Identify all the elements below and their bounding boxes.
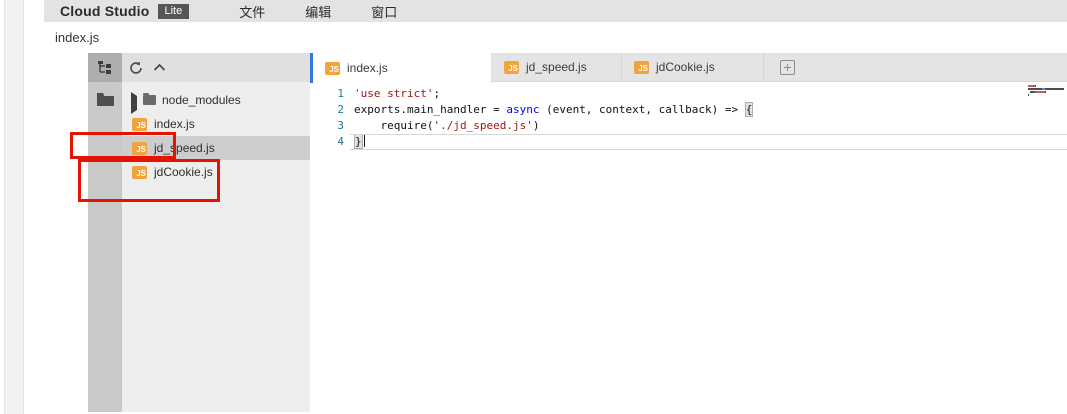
code-text: } (344, 134, 365, 150)
tab-label: jd_speed.js (526, 60, 587, 74)
main-content: node_modules JS index.js JS jd_speed.js JS jdC… (88, 53, 1067, 412)
file-explorer-panel: node_modules JS index.js JS jd_speed.js JS jdC… (122, 53, 310, 412)
menu-item-2[interactable]: 窗口 (371, 2, 397, 21)
left-page-strip (4, 0, 24, 414)
lite-badge: Lite (158, 4, 190, 19)
minimap-line (1028, 85, 1067, 87)
code-lines: 1'use strict';2exports.main_handler = as… (310, 82, 1067, 150)
tree-item-index-js[interactable]: JS index.js (122, 112, 310, 136)
refresh-icon[interactable] (129, 61, 143, 75)
minimap-line (1028, 94, 1067, 96)
menu-bar: Cloud Studio Lite 文件 编辑 窗口 (44, 0, 1067, 22)
code-text: require('./jd_speed.js') (344, 118, 539, 134)
breadcrumb-bar: index.js (44, 22, 1067, 53)
code-text: exports.main_handler = async (event, con… (344, 102, 753, 118)
tree-item-label: jd_speed.js (154, 141, 215, 155)
minimap-line (1028, 88, 1067, 90)
menu-item-1[interactable]: 编辑 (305, 2, 331, 21)
tree-item-label: index.js (154, 117, 195, 131)
folder-icon[interactable] (88, 82, 122, 116)
tree-item-node_modules[interactable]: node_modules (122, 88, 310, 112)
line-number: 1 (310, 86, 344, 102)
tab-bar: JS index.js JS jd_speed.js JS jdCookie.js (310, 53, 1067, 82)
tab-jd_speed-js[interactable]: JS jd_speed.js (492, 53, 622, 81)
js-file-icon: JS (504, 61, 519, 74)
cloud-studio-window: Cloud Studio Lite 文件 编辑 窗口 index.js (44, 0, 1067, 414)
minimap-line (1028, 91, 1067, 93)
code-line-4: 4} (310, 134, 1067, 150)
tab-index-js[interactable]: JS index.js (310, 53, 492, 83)
minimap[interactable] (1028, 84, 1067, 97)
js-file-icon: JS (325, 62, 340, 75)
tree-item-jd_speed-js[interactable]: JS jd_speed.js (122, 136, 310, 160)
breadcrumb: index.js (55, 30, 99, 45)
collapse-up-icon[interactable] (153, 63, 166, 72)
menu-item-0[interactable]: 文件 (239, 2, 265, 21)
js-file-icon: JS (634, 61, 649, 74)
code-line-1: 1'use strict'; (310, 86, 1067, 102)
code-editor[interactable]: 1'use strict';2exports.main_handler = as… (310, 82, 1067, 412)
app-logo: Cloud Studio (60, 3, 150, 19)
plus-icon (780, 60, 795, 75)
code-line-2: 2exports.main_handler = async (event, co… (310, 102, 1067, 118)
js-file-icon: JS (132, 142, 147, 155)
file-tree: node_modules JS index.js JS jd_speed.js JS jdC… (122, 82, 310, 184)
line-number: 3 (310, 118, 344, 134)
new-tab-button[interactable] (764, 53, 810, 81)
tab-label: jdCookie.js (656, 60, 715, 74)
text-cursor (364, 134, 365, 147)
tab-label: index.js (347, 61, 388, 75)
expand-arrow-icon[interactable] (131, 96, 139, 104)
explorer-tree-icon[interactable] (88, 53, 122, 82)
js-file-icon: JS (132, 118, 147, 131)
tab-jdCookie-js[interactable]: JS jdCookie.js (622, 53, 764, 81)
explorer-header (122, 53, 310, 82)
line-number: 4 (310, 134, 344, 150)
js-file-icon: JS (132, 166, 147, 179)
code-text: 'use strict'; (344, 86, 440, 102)
tree-item-label: jdCookie.js (154, 165, 213, 179)
tree-item-label: node_modules (162, 93, 241, 107)
line-number: 2 (310, 102, 344, 118)
tree-item-jdCookie-js[interactable]: JS jdCookie.js (122, 160, 310, 184)
activity-bar (88, 53, 122, 412)
menu-items: 文件 编辑 窗口 (239, 2, 437, 21)
folder-icon (143, 95, 156, 105)
code-line-3: 3 require('./jd_speed.js') (310, 118, 1067, 134)
editor-group: JS index.js JS jd_speed.js JS jdCookie.js 1'u… (310, 53, 1067, 412)
